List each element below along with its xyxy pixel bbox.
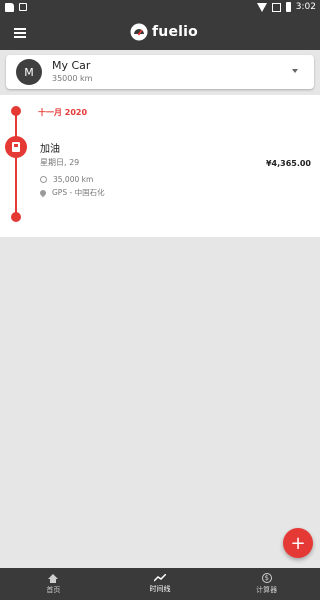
car-name: My Car <box>52 59 91 72</box>
entry-date: 星期日, 29 <box>40 158 80 167</box>
nav-label-timeline: 时间线 <box>149 585 171 593</box>
timeline-end-dot <box>11 212 21 222</box>
fuelio-logo-icon <box>130 23 148 41</box>
nav-timeline[interactable]: 时间线 <box>107 568 214 600</box>
bottom-navigation: 首页 时间线 $ 计算器 <box>0 568 320 600</box>
home-icon <box>48 573 59 583</box>
fuel-pump-icon <box>5 136 27 158</box>
battery-icon <box>285 2 291 12</box>
timeline-panel: 十一月 2020 加油 星期日, 29 ¥4,365.00 35,000 km … <box>0 95 320 237</box>
nav-home[interactable]: 首页 <box>0 568 107 600</box>
location-pin-icon <box>38 188 48 197</box>
dollar-icon: $ <box>261 573 272 583</box>
status-time: 3:02 <box>295 2 316 12</box>
chevron-down-icon[interactable] <box>292 69 298 73</box>
car-selector[interactable]: M My Car 35000 km <box>6 55 314 89</box>
timeline-start-dot <box>11 106 21 116</box>
avatar: M <box>16 59 42 85</box>
entry-odometer: 35,000 km <box>53 175 94 184</box>
entry-title: 加油 <box>40 144 60 155</box>
entry-location: GPS - 中国石化 <box>52 188 105 197</box>
menu-icon[interactable] <box>14 28 26 38</box>
month-header: 十一月 2020 <box>38 108 88 117</box>
wifi-icon <box>256 2 267 12</box>
gauge-icon <box>40 176 47 183</box>
entry-amount: ¥4,365.00 <box>265 159 311 168</box>
app-bar: fuelio <box>0 16 320 50</box>
add-button[interactable]: + <box>283 528 313 558</box>
nav-label-home: 首页 <box>46 585 61 594</box>
notification-icon <box>19 3 27 11</box>
no-sim-icon <box>271 2 281 12</box>
car-odometer: 35000 km <box>52 74 93 83</box>
timeline-line <box>15 110 17 217</box>
entry-odometer-row: 35,000 km <box>40 175 93 184</box>
timeline-icon <box>154 574 166 582</box>
brand-name: fuelio <box>152 24 198 40</box>
entry-location-row: GPS - 中国石化 <box>38 187 105 198</box>
status-bar: 3:02 <box>0 0 320 16</box>
brand: fuelio <box>130 23 198 41</box>
nav-calculator[interactable]: $ 计算器 <box>213 568 320 600</box>
nav-label-calculator: 计算器 <box>256 586 278 594</box>
folder-icon <box>5 3 14 12</box>
